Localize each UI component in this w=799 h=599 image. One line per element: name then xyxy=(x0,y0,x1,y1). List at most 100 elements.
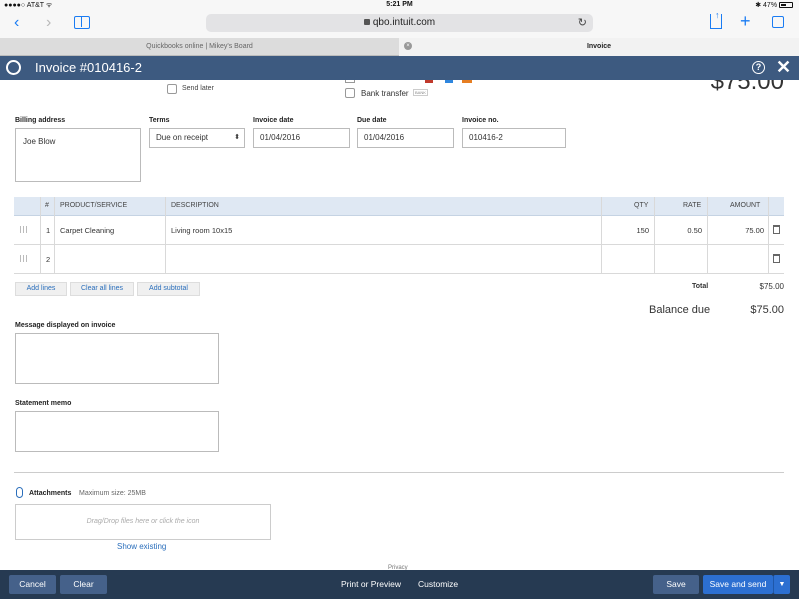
table-row[interactable]: 2 xyxy=(14,245,784,274)
total-value: $75.00 xyxy=(759,282,784,291)
card-logo-icon xyxy=(445,80,453,83)
cancel-button[interactable]: Cancel xyxy=(9,575,56,594)
drag-handle-icon[interactable] xyxy=(20,226,27,233)
message-textarea[interactable] xyxy=(15,333,219,384)
close-tab-icon[interactable]: × xyxy=(404,42,412,50)
statement-memo-textarea[interactable] xyxy=(15,411,219,452)
attachments-label: Attachments xyxy=(29,490,72,497)
balance-due-label: Balance due xyxy=(649,304,711,316)
drag-handle-icon[interactable] xyxy=(20,255,27,262)
bank-transfer-checkbox[interactable] xyxy=(345,88,355,98)
due-date-field[interactable]: 01/04/2016 xyxy=(357,128,454,148)
bank-badge: BANK xyxy=(413,89,428,96)
invoice-header: Invoice #010416-2 ? ✕ xyxy=(0,56,799,80)
due-date-value: 01/04/2016 xyxy=(364,133,405,142)
reload-icon[interactable]: ↻ xyxy=(578,14,587,32)
browser-toolbar: ‹ › qbo.intuit.com ↻ ↑ + xyxy=(0,10,799,38)
column-divider xyxy=(601,197,602,274)
table-header: # PRODUCT/SERVICE DESCRIPTION QTY RATE A… xyxy=(14,197,784,216)
print-preview-button[interactable]: Print or Preview xyxy=(341,579,401,589)
chevron-down-icon: ▼ xyxy=(778,581,786,588)
browser-tab-strip: Quickbooks online | Mikey's Board Invoic… xyxy=(0,38,799,56)
col-rate-header: RATE xyxy=(683,202,702,209)
forward-arrow-icon[interactable]: › xyxy=(46,14,51,32)
total-label: Total xyxy=(692,283,709,290)
attachments-max-size: Maximum size: 25MB xyxy=(79,490,146,497)
due-date-label: Due date xyxy=(357,117,387,124)
show-existing-link[interactable]: Show existing xyxy=(117,542,166,551)
column-divider xyxy=(654,197,655,274)
billing-address-field[interactable]: Joe Blow xyxy=(15,128,141,182)
paperclip-icon[interactable] xyxy=(16,487,23,498)
terms-select[interactable]: Due on receipt ⬍ xyxy=(149,128,245,148)
row-rate[interactable]: 0.50 xyxy=(654,226,702,235)
amount-header-clip: $75.00 xyxy=(700,80,790,92)
tabs-overview-icon[interactable] xyxy=(772,16,784,28)
clear-button[interactable]: Clear xyxy=(60,575,107,594)
message-label: Message displayed on invoice xyxy=(15,322,116,329)
row-product[interactable]: Carpet Cleaning xyxy=(60,226,114,235)
back-arrow-icon[interactable]: ‹ xyxy=(14,14,19,32)
amount-display: $75.00 xyxy=(711,80,784,92)
select-arrows-icon: ⬍ xyxy=(234,134,240,141)
statement-memo-label: Statement memo xyxy=(15,400,72,407)
row-amount[interactable]: 75.00 xyxy=(707,226,764,235)
col-amount-header: AMOUNT xyxy=(730,202,761,209)
battery-indicator: ✱ 47% xyxy=(755,1,793,9)
tab-invoice[interactable]: Invoice xyxy=(399,38,799,56)
ios-status-bar: ●●●●○ AT&T ᯤ 5:21 PM ✱ 47% xyxy=(0,0,799,11)
table-row[interactable]: 1 Carpet Cleaning Living room 10x15 150 … xyxy=(14,216,784,245)
page-title: Invoice #010416-2 xyxy=(35,60,142,75)
column-divider xyxy=(707,197,708,274)
bookmarks-book-icon[interactable] xyxy=(74,16,90,29)
recent-history-icon[interactable] xyxy=(6,60,21,75)
invoice-no-label: Invoice no. xyxy=(462,117,499,124)
add-lines-button[interactable]: Add lines xyxy=(15,282,67,296)
col-product-header: PRODUCT/SERVICE xyxy=(60,202,128,209)
save-and-send-button[interactable]: Save and send xyxy=(703,575,773,594)
add-subtotal-button[interactable]: Add subtotal xyxy=(137,282,200,296)
url-text: qbo.intuit.com xyxy=(372,17,436,28)
invoice-no-field[interactable]: 010416-2 xyxy=(462,128,566,148)
action-footer: Cancel Clear Print or Preview Customize … xyxy=(0,570,799,599)
trash-icon[interactable] xyxy=(773,254,780,263)
partial-checkbox[interactable] xyxy=(345,80,355,83)
save-options-dropdown[interactable]: ▼ xyxy=(773,575,790,594)
line-items-table: # PRODUCT/SERVICE DESCRIPTION QTY RATE A… xyxy=(14,197,784,277)
column-divider xyxy=(165,197,166,274)
help-icon[interactable]: ? xyxy=(752,61,765,74)
balance-due-value: $75.00 xyxy=(750,304,784,316)
col-qty-header: QTY xyxy=(634,202,649,209)
terms-value: Due on receipt xyxy=(156,133,209,142)
send-later-checkbox[interactable] xyxy=(167,84,177,94)
save-button[interactable]: Save xyxy=(653,575,699,594)
clock: 5:21 PM xyxy=(386,1,413,8)
column-divider xyxy=(40,197,41,274)
share-icon[interactable]: ↑ xyxy=(710,10,722,29)
invoice-date-field[interactable]: 01/04/2016 xyxy=(253,128,350,148)
billing-address-label: Billing address xyxy=(15,117,66,124)
new-tab-plus-icon[interactable]: + xyxy=(740,11,751,32)
battery-percentage: 47% xyxy=(763,2,778,9)
terms-label: Terms xyxy=(149,117,170,124)
customize-button[interactable]: Customize xyxy=(418,579,458,589)
billing-address-value: Joe Blow xyxy=(23,137,56,146)
trash-icon[interactable] xyxy=(773,225,780,234)
bluetooth-icon: ✱ xyxy=(755,2,762,9)
dropzone-placeholder: Drag/Drop files here or click the icon xyxy=(86,518,200,525)
column-divider xyxy=(54,197,55,274)
row-qty[interactable]: 150 xyxy=(601,226,649,235)
row-description[interactable]: Living room 10x15 xyxy=(171,226,232,235)
column-divider xyxy=(768,197,769,274)
row-number: 2 xyxy=(46,255,51,264)
attachment-dropzone[interactable]: Drag/Drop files here or click the icon xyxy=(15,504,271,540)
close-icon[interactable]: ✕ xyxy=(776,57,791,78)
battery-icon xyxy=(779,2,793,9)
row-number: 1 xyxy=(46,226,51,235)
send-later-label: Send later xyxy=(182,85,214,92)
clear-all-lines-button[interactable]: Clear all lines xyxy=(70,282,134,296)
tab-quickbooks-board[interactable]: Quickbooks online | Mikey's Board xyxy=(0,38,399,56)
invoice-date-label: Invoice date xyxy=(253,117,294,124)
address-bar[interactable]: qbo.intuit.com ↻ xyxy=(206,14,593,32)
col-description-header: DESCRIPTION xyxy=(171,202,219,209)
